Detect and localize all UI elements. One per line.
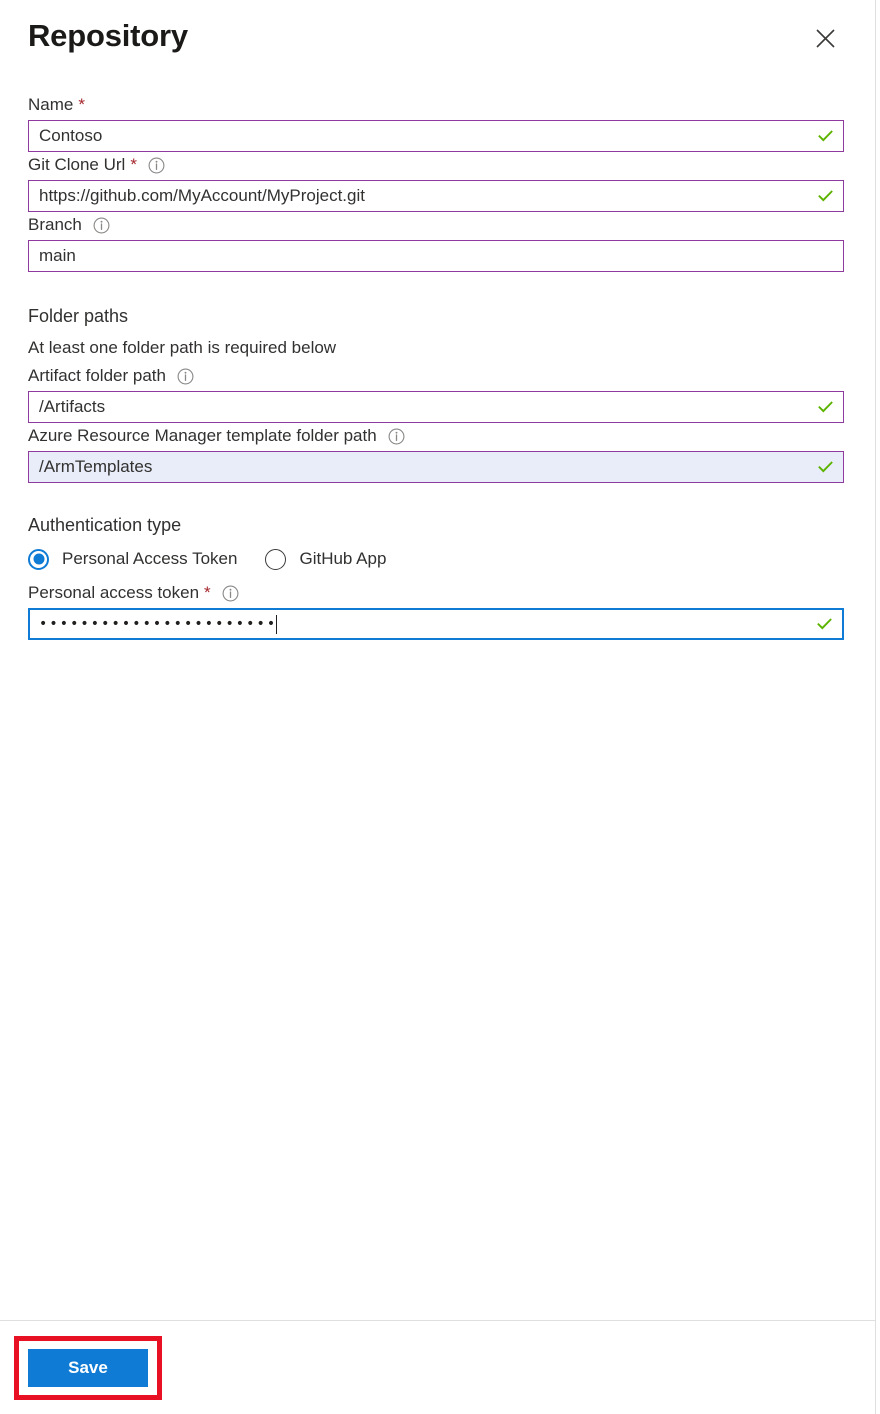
radio-github-app-label: GitHub App: [299, 549, 387, 568]
blade-footer: Save: [0, 1320, 875, 1414]
field-name-label-text: Name: [28, 95, 74, 114]
field-branch-label: Branch: [28, 212, 839, 238]
required-indicator: *: [78, 95, 85, 114]
blade-header: Repository: [0, 0, 875, 92]
field-branch: Branch main: [28, 212, 844, 272]
field-artifact-folder-path-label-text: Artifact folder path: [28, 366, 166, 385]
info-icon[interactable]: [177, 368, 194, 385]
arm-template-folder-path-input-value: /ArmTemplates: [39, 457, 153, 476]
artifact-folder-path-input[interactable]: /Artifacts: [28, 391, 844, 423]
field-arm-template-folder-path-label-text: Azure Resource Manager template folder p…: [28, 426, 377, 445]
page-title: Repository: [28, 18, 188, 53]
authentication-type-radio-group: Personal Access Token GitHub App: [28, 544, 839, 574]
git-clone-url-input[interactable]: https://github.com/MyAccount/MyProject.g…: [28, 180, 844, 212]
valid-check-icon: [817, 128, 834, 145]
field-artifact-folder-path: Artifact folder path /Artifacts: [28, 363, 844, 423]
required-indicator: *: [130, 155, 137, 174]
field-git-clone-url: Git Clone Url * https://github.com/MyAcc…: [28, 152, 844, 212]
field-personal-access-token-label: Personal access token *: [28, 580, 839, 606]
radio-personal-access-token[interactable]: Personal Access Token: [28, 547, 237, 571]
branch-input[interactable]: main: [28, 240, 844, 272]
field-git-clone-url-label-text: Git Clone Url: [28, 155, 126, 174]
git-clone-url-input-value: https://github.com/MyAccount/MyProject.g…: [39, 186, 365, 205]
name-input[interactable]: Contoso: [28, 120, 844, 152]
valid-check-icon: [817, 188, 834, 205]
name-input-value: Contoso: [39, 126, 103, 145]
radio-unselected-icon: [265, 548, 287, 570]
repository-blade: Repository Name * Contoso Git Clone Url …: [0, 0, 876, 1414]
field-branch-label-text: Branch: [28, 215, 82, 234]
field-git-clone-url-label: Git Clone Url *: [28, 152, 839, 178]
radio-selected-icon: [28, 548, 49, 570]
field-name-label: Name *: [28, 92, 839, 118]
folder-paths-heading: Folder paths: [28, 306, 129, 326]
field-arm-template-folder-path-label: Azure Resource Manager template folder p…: [28, 423, 839, 449]
blade-body: Name * Contoso Git Clone Url * https://g…: [0, 92, 875, 1320]
field-personal-access-token-label-text: Personal access token: [28, 583, 200, 602]
valid-check-icon: [816, 616, 833, 633]
valid-check-icon: [817, 459, 834, 476]
field-personal-access-token: Personal access token * ••••••••••••••••…: [28, 580, 844, 640]
arm-template-folder-path-input[interactable]: /ArmTemplates: [28, 451, 844, 483]
field-arm-template-folder-path: Azure Resource Manager template folder p…: [28, 423, 844, 483]
close-icon: [815, 28, 836, 49]
info-icon[interactable]: [148, 157, 165, 174]
field-artifact-folder-path-label: Artifact folder path: [28, 363, 839, 389]
text-cursor: [276, 614, 278, 634]
close-button[interactable]: [807, 20, 843, 56]
branch-input-value: main: [39, 246, 76, 265]
authentication-type-heading: Authentication type: [28, 515, 182, 535]
field-name: Name * Contoso: [28, 92, 844, 152]
info-icon[interactable]: [388, 428, 405, 445]
info-icon[interactable]: [93, 217, 110, 234]
info-icon[interactable]: [222, 585, 239, 602]
artifact-folder-path-input-value: /Artifacts: [39, 397, 106, 416]
personal-access-token-input-value: •••••••••••••••••••••••: [39, 616, 278, 632]
personal-access-token-input[interactable]: •••••••••••••••••••••••: [28, 608, 844, 640]
required-indicator: *: [204, 583, 211, 602]
radio-github-app[interactable]: GitHub App: [265, 547, 386, 571]
valid-check-icon: [817, 399, 834, 416]
save-button[interactable]: Save: [28, 1349, 148, 1387]
folder-paths-subtext: At least one folder path is required bel…: [28, 338, 337, 357]
radio-personal-access-token-label: Personal Access Token: [62, 549, 238, 568]
